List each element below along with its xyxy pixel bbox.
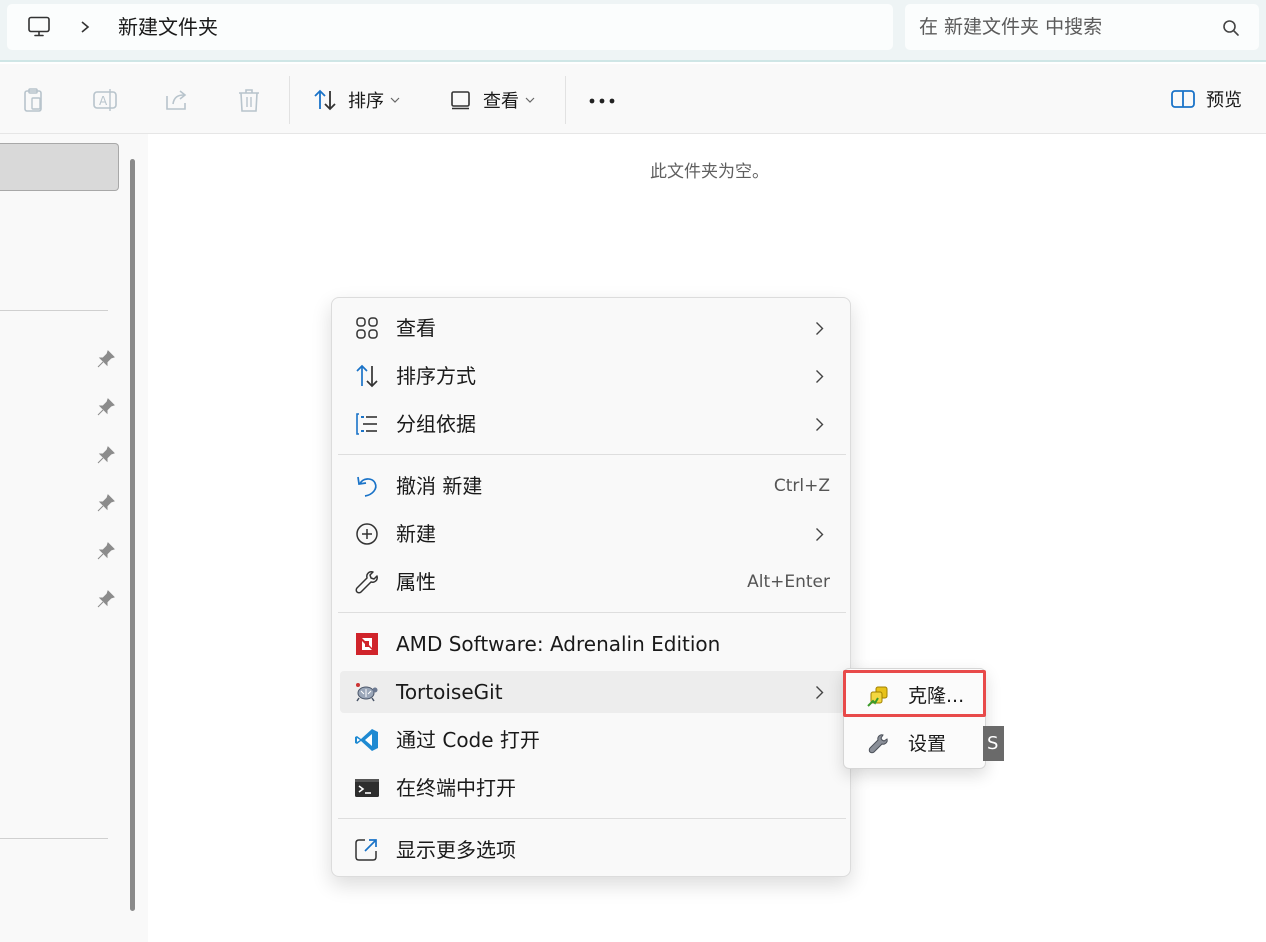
chevron-right-icon: [816, 528, 824, 541]
more-options-icon[interactable]: [586, 98, 618, 104]
pin-icon[interactable]: [96, 349, 116, 369]
menu-item-properties[interactable]: 属性 Alt+Enter: [340, 561, 844, 603]
cut-off-label: S: [983, 726, 1004, 761]
add-circle-icon: [356, 523, 378, 545]
sort-icon: [314, 89, 336, 111]
search-box[interactable]: [905, 4, 1259, 50]
pin-icon[interactable]: [96, 397, 116, 417]
menu-item-label: 排序方式: [396, 364, 476, 388]
toolbar-separator: [289, 76, 290, 124]
menu-item-show-more-options[interactable]: 显示更多选项: [340, 829, 844, 871]
menu-item-label: 在终端中打开: [396, 776, 516, 800]
nav-selected-item[interactable]: [0, 143, 119, 191]
menu-item-label: TortoiseGit: [396, 680, 503, 704]
share-icon[interactable]: [163, 86, 191, 114]
amd-logo-icon: [356, 633, 378, 655]
breadcrumb-chevron-icon[interactable]: [79, 16, 91, 38]
menu-item-open-in-terminal[interactable]: 在终端中打开: [340, 767, 844, 809]
show-more-icon: [355, 839, 377, 861]
sort-icon: [356, 364, 378, 388]
sort-label: 排序: [348, 91, 384, 112]
terminal-icon: [355, 779, 379, 797]
tortoisegit-icon: [356, 683, 378, 702]
delete-icon[interactable]: [235, 86, 263, 114]
settings-wrench-icon: [868, 734, 888, 754]
breadcrumb-current-folder[interactable]: 新建文件夹: [118, 15, 218, 39]
pin-icon[interactable]: [96, 589, 116, 609]
context-menu: 查看 排序方式 分组依据 撤消 新建 Ctrl+Z 新建 属性 Alt+Ente…: [331, 297, 851, 877]
shortcut-text: Ctrl+Z: [773, 476, 830, 496]
menu-item-new[interactable]: 新建: [340, 513, 844, 555]
submenu-item-label: 设置: [908, 733, 947, 755]
pin-icon[interactable]: [96, 541, 116, 561]
empty-folder-message: 此文件夹为空。: [650, 162, 769, 182]
chevron-right-icon: [816, 418, 824, 431]
wrench-icon: [355, 571, 378, 594]
group-list-icon: [356, 413, 377, 435]
menu-item-amd-software[interactable]: AMD Software: Adrenalin Edition: [340, 623, 844, 665]
submenu-item-settings[interactable]: 设置: [847, 723, 983, 765]
shortcut-text: Alt+Enter: [747, 572, 830, 592]
computer-icon[interactable]: [27, 16, 51, 38]
sort-button[interactable]: 排序: [312, 84, 400, 116]
command-bar: A 排序 查看 预览: [0, 64, 1266, 134]
menu-divider: [338, 818, 846, 819]
menu-item-label: AMD Software: Adrenalin Edition: [396, 632, 721, 656]
menu-divider: [338, 612, 846, 613]
chevron-right-icon: [816, 686, 824, 699]
svg-text:A: A: [99, 94, 108, 108]
rename-icon[interactable]: A: [91, 86, 119, 114]
menu-item-label: 显示更多选项: [396, 838, 516, 862]
navigation-pane: [0, 134, 148, 942]
chevron-right-icon: [816, 322, 824, 335]
menu-item-undo-new[interactable]: 撤消 新建 Ctrl+Z: [340, 465, 844, 507]
menu-divider: [338, 454, 846, 455]
search-input[interactable]: [919, 12, 1209, 42]
menu-item-sort-by[interactable]: 排序方式: [340, 355, 844, 397]
nav-divider: [0, 310, 108, 311]
menu-item-label: 分组依据: [396, 412, 476, 436]
menu-item-tortoisegit[interactable]: TortoiseGit: [340, 671, 844, 713]
menu-item-label: 撤消 新建: [396, 474, 483, 498]
menu-item-group-by[interactable]: 分组依据: [340, 403, 844, 445]
view-icon: [451, 91, 470, 110]
chevron-down-icon: [525, 97, 535, 103]
vscode-icon: [355, 729, 378, 751]
nav-scrollbar[interactable]: [130, 159, 135, 911]
menu-item-label: 属性: [396, 570, 436, 594]
menu-item-label: 查看: [396, 316, 436, 340]
address-bar[interactable]: 新建文件夹: [7, 4, 893, 50]
chevron-right-icon: [816, 370, 824, 383]
preview-pane-icon: [1171, 90, 1195, 108]
menu-item-label: 通过 Code 打开: [396, 728, 540, 752]
title-bar: 新建文件夹: [0, 0, 1266, 62]
paste-icon[interactable]: [19, 86, 47, 114]
pin-icon[interactable]: [96, 445, 116, 465]
pin-icon[interactable]: [96, 493, 116, 513]
view-label: 查看: [483, 91, 519, 112]
preview-label: 预览: [1206, 90, 1242, 111]
search-icon[interactable]: [1222, 19, 1240, 37]
chevron-down-icon: [390, 97, 400, 103]
toolbar-separator: [565, 76, 566, 124]
view-button[interactable]: 查看: [449, 84, 535, 116]
clone-highlight-box: [843, 670, 986, 717]
nav-divider: [0, 838, 108, 839]
menu-item-label: 新建: [396, 522, 436, 546]
menu-item-open-with-code[interactable]: 通过 Code 打开: [340, 719, 844, 761]
grid-view-icon: [356, 317, 378, 339]
undo-icon: [357, 476, 377, 497]
preview-pane-button[interactable]: 预览: [1170, 86, 1242, 112]
menu-item-view[interactable]: 查看: [340, 307, 844, 349]
